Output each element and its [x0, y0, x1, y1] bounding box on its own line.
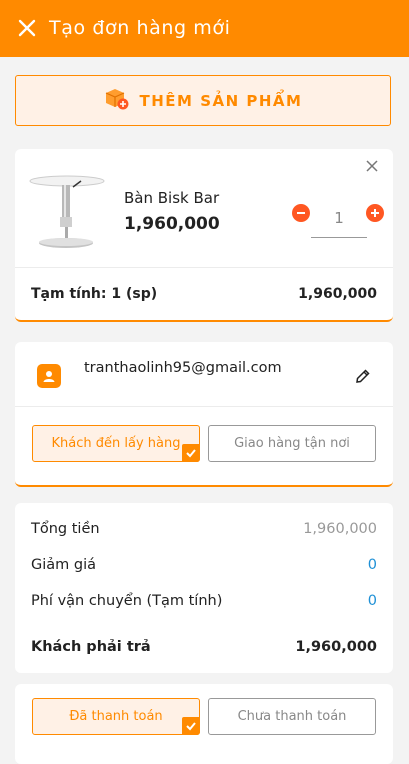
subtotal-label: Tạm tính: 1 (sp) — [31, 286, 158, 302]
page-title: Tạo đơn hàng mới — [49, 17, 231, 39]
decrease-quantity-button[interactable] — [292, 204, 310, 222]
checkmark-icon — [182, 444, 200, 462]
discount-value[interactable]: 0 — [368, 557, 377, 573]
paid-option-button[interactable]: Đã thanh toán — [32, 698, 200, 735]
order-summary-card: Tổng tiền 1,960,000 Giảm giá 0 Phí vận c… — [15, 503, 393, 673]
amount-due-row: Khách phải trả 1,960,000 — [31, 639, 377, 659]
subtotal-value: 1,960,000 — [298, 286, 377, 302]
delivery-option-label: Giao hàng tận nơi — [234, 436, 350, 451]
checkmark-icon — [182, 717, 200, 735]
discount-label: Giảm giá — [31, 557, 97, 573]
product-image — [29, 171, 109, 251]
amount-due-label: Khách phải trả — [31, 639, 151, 655]
product-name: Bàn Bisk Bar — [124, 189, 220, 207]
delivery-option-button[interactable]: Giao hàng tận nơi — [208, 425, 376, 462]
divider — [15, 406, 393, 407]
box-add-icon — [104, 87, 130, 115]
shipping-label: Phí vận chuyển (Tạm tính) — [31, 593, 223, 609]
shipping-value[interactable]: 0 — [368, 593, 377, 609]
pickup-option-button[interactable]: Khách đến lấy hàng — [32, 425, 200, 462]
unpaid-option-button[interactable]: Chưa thanh toán — [208, 698, 376, 735]
total-row: Tổng tiền 1,960,000 — [31, 521, 377, 541]
product-price: 1,960,000 — [124, 214, 220, 234]
customer-email: tranthaolinh95@gmail.com — [84, 360, 282, 376]
unpaid-option-label: Chưa thanh toán — [237, 709, 347, 724]
increase-quantity-button[interactable] — [366, 204, 384, 222]
payment-status-card: Đã thanh toán Chưa thanh toán — [15, 684, 393, 764]
product-card: Bàn Bisk Bar 1,960,000 Tạm tính: 1 (sp) … — [15, 149, 393, 322]
total-label: Tổng tiền — [31, 521, 100, 537]
discount-row[interactable]: Giảm giá 0 — [31, 557, 377, 577]
remove-product-icon[interactable] — [363, 157, 381, 175]
quantity-input[interactable] — [311, 199, 367, 238]
shipping-row[interactable]: Phí vận chuyển (Tạm tính) 0 — [31, 593, 377, 613]
user-avatar-icon — [37, 364, 61, 388]
edit-icon[interactable] — [355, 368, 373, 386]
add-product-button[interactable]: THÊM SẢN PHẨM — [15, 75, 391, 126]
amount-due-value: 1,960,000 — [295, 639, 377, 655]
customer-card: tranthaolinh95@gmail.com Khách đến lấy h… — [15, 342, 393, 487]
add-product-label: THÊM SẢN PHẨM — [139, 91, 303, 110]
pickup-option-label: Khách đến lấy hàng — [51, 436, 181, 451]
divider — [15, 267, 393, 268]
total-value: 1,960,000 — [303, 521, 377, 537]
top-app-bar: Tạo đơn hàng mới — [0, 0, 409, 57]
close-icon[interactable] — [14, 15, 40, 41]
paid-option-label: Đã thanh toán — [69, 709, 163, 724]
